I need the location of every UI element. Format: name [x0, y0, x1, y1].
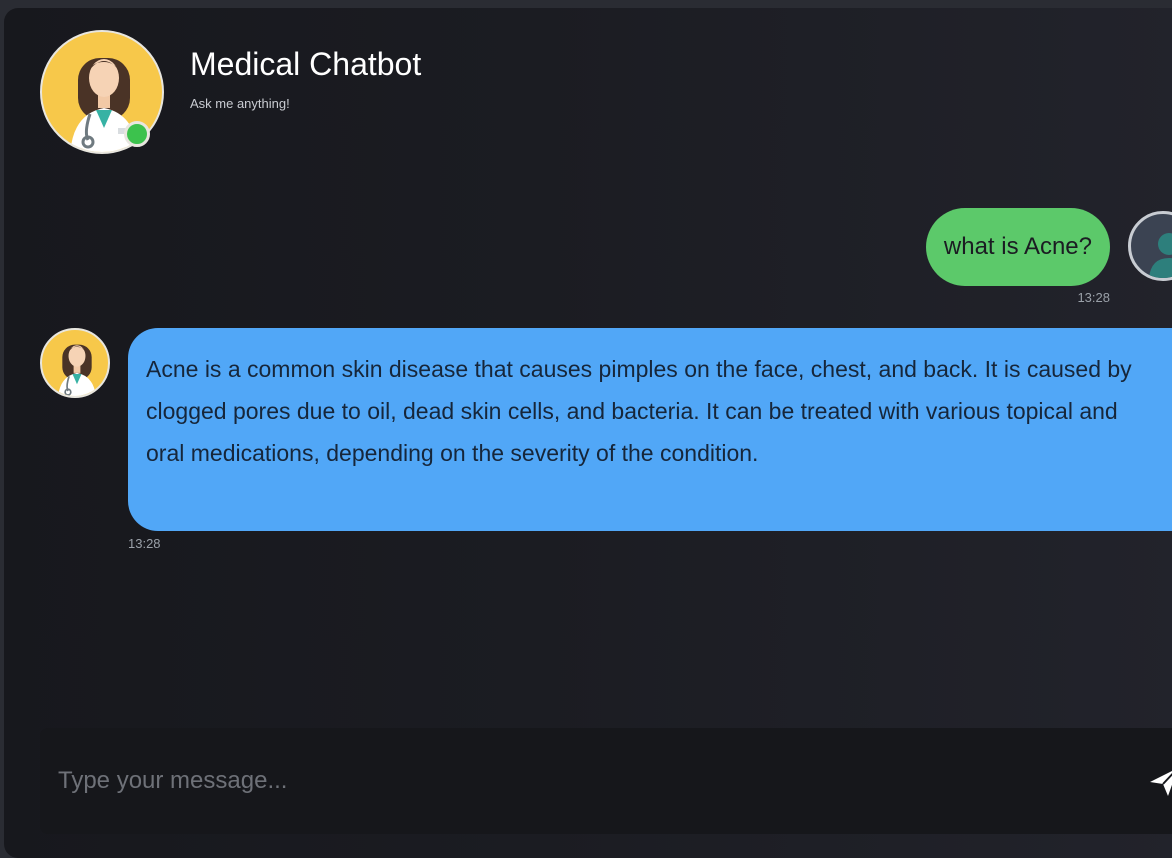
user-icon	[1128, 211, 1172, 281]
bot-message-bubble: Acne is a common skin disease that cause…	[128, 328, 1172, 531]
chat-window: Medical Chatbot Ask me anything! what is…	[4, 8, 1172, 858]
send-button[interactable]	[1144, 762, 1172, 802]
user-message-time: 13:28	[1077, 290, 1110, 305]
message-composer	[40, 728, 1172, 834]
page-title: Medical Chatbot	[190, 46, 422, 82]
bot-message-time: 13:28	[128, 536, 161, 551]
chat-header: Medical Chatbot Ask me anything!	[4, 8, 1172, 168]
online-status-dot	[124, 121, 150, 147]
doctor-avatar-small-icon	[40, 328, 110, 398]
page-subtitle: Ask me anything!	[190, 96, 290, 111]
send-icon	[1144, 771, 1172, 805]
message-input[interactable]	[58, 756, 1098, 806]
user-message-bubble: what is Acne?	[925, 208, 1110, 286]
